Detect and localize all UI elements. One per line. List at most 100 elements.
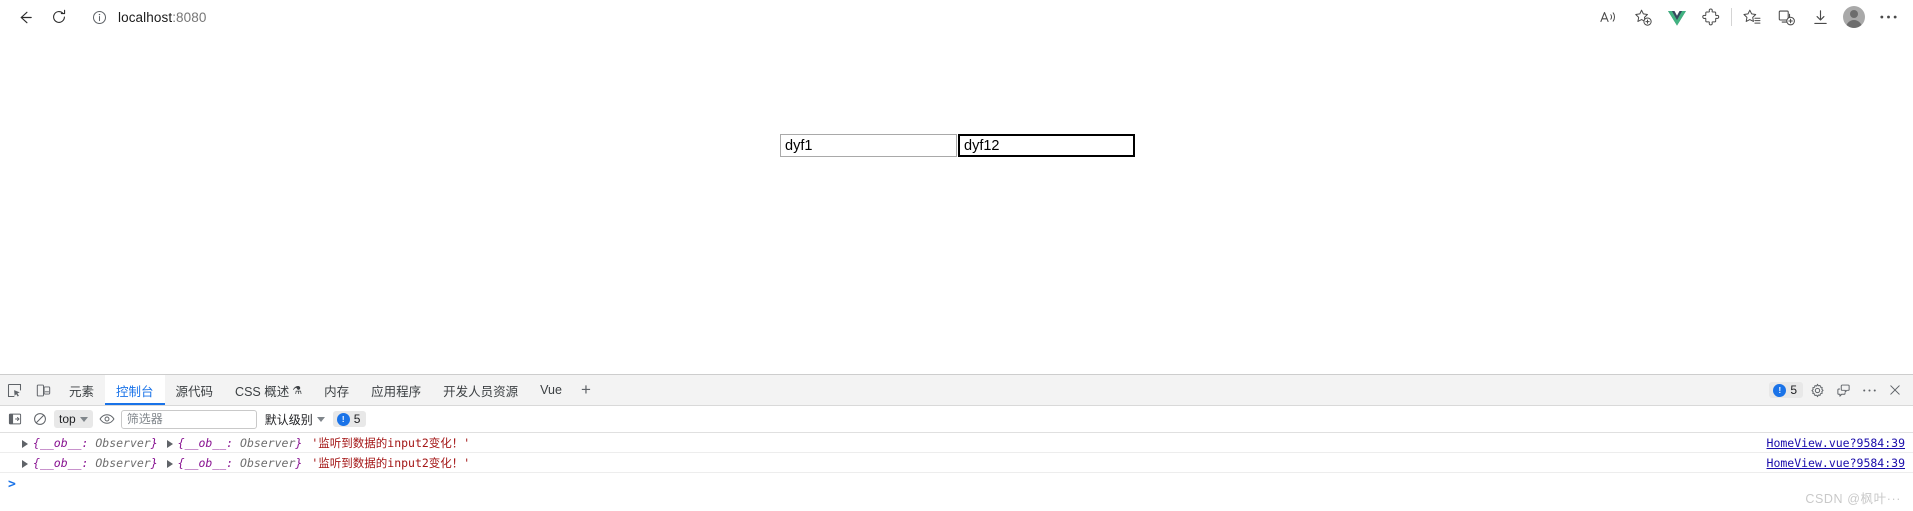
console-object-2[interactable]: {__ob__: Observer} [178,436,303,450]
site-info-icon[interactable] [88,6,110,28]
input-field-1[interactable] [780,134,957,157]
browser-toolbar: localhost:8080 [0,0,1913,34]
add-favorite-icon[interactable] [1626,2,1660,32]
tab-label: Vue [540,383,562,397]
object-class: Observer [240,455,296,470]
add-panel-button[interactable]: + [573,375,599,405]
tab-label: 应用程序 [371,384,422,399]
object-key: __ob__ [184,455,227,470]
profile-icon[interactable] [1837,2,1871,32]
execution-context-label: top [59,412,76,426]
tab-label: 内存 [324,384,350,399]
log-level-selector[interactable]: 默认级别 [260,409,330,430]
object-sep: : [226,455,241,470]
reload-icon [53,9,66,23]
issue-count: 5 [353,412,361,426]
console-source-link[interactable]: HomeView.vue?9584:39 [1767,456,1905,470]
tab-sources[interactable]: 源代码 [165,375,225,405]
object-class: Observer [95,435,151,450]
tab-label: 元素 [69,384,95,399]
close-devtools-icon[interactable] [1883,378,1907,402]
brace-open: { [33,455,40,470]
tab-label: 开发人员资源 [443,384,519,399]
url-port: :8080 [172,9,207,25]
console-object-1[interactable]: {__ob__: Observer} [33,456,158,470]
avatar [1843,6,1865,28]
tab-developer-resources[interactable]: 开发人员资源 [432,375,529,405]
tab-label: 源代码 [175,384,214,399]
tab-label: CSS 概述 [235,384,290,399]
collections-icon[interactable] [1769,2,1803,32]
console-issue-badge[interactable]: ! 5 [332,411,367,427]
tab-memory[interactable]: 内存 [313,375,360,405]
input-group [780,134,1135,157]
console-object-1[interactable]: {__ob__: Observer} [33,436,158,450]
brace-close: } [295,455,303,470]
tab-vue[interactable]: Vue [529,375,573,405]
devtools-tab-bar: 元素 控制台 源代码 CSS 概述 ⚗ 内存 应用程序 开发人员资源 Vue +… [0,375,1913,406]
brace-close: } [295,435,303,450]
console-filter-input[interactable] [120,409,257,429]
settings-more-icon[interactable] [1871,2,1905,32]
read-aloud-icon[interactable] [1592,2,1626,32]
console-message-list[interactable]: {__ob__: Observer} {__ob__: Observer} '监… [0,433,1913,511]
execution-context-selector[interactable]: top [54,410,93,428]
brace-open: { [33,435,40,450]
console-object-2[interactable]: {__ob__: Observer} [178,456,303,470]
experiment-flask-icon: ⚗ [292,384,303,397]
input-field-2[interactable] [958,134,1135,157]
chevron-down-icon [79,416,88,422]
tab-css-overview[interactable]: CSS 概述 ⚗ [224,375,313,405]
toolbar-divider [1731,8,1732,26]
back-arrow-icon [20,11,32,23]
message-count: 5 [1790,383,1797,397]
console-message-text: '监听到数据的input2变化！' [311,455,471,470]
brace-open: { [177,455,185,470]
console-source-link[interactable]: HomeView.vue?9584:39 [1767,436,1905,450]
console-prompt-input[interactable] [21,476,1905,492]
message-count-badge[interactable]: ! 5 [1769,382,1803,398]
live-expression-eye-icon[interactable] [96,408,118,430]
page-content [0,34,1913,374]
expand-object-triangle-icon[interactable] [22,439,28,448]
feedback-icon[interactable] [1831,378,1855,402]
tab-elements[interactable]: 元素 [58,375,105,405]
browser-actions [1592,2,1905,32]
inspect-element-icon[interactable] [0,375,29,405]
back-button[interactable] [8,2,42,32]
favorites-icon[interactable] [1735,2,1769,32]
expand-object-triangle-icon[interactable] [22,459,28,468]
object-class: Observer [95,455,151,470]
extensions-puzzle-icon[interactable] [1694,2,1728,32]
console-row[interactable]: {__ob__: Observer} {__ob__: Observer} '监… [0,453,1913,473]
message-bubble-icon: ! [1773,383,1787,397]
device-toolbar-icon[interactable] [29,375,58,405]
console-sidebar-toggle-icon[interactable] [4,408,26,430]
url-text: localhost:8080 [118,10,206,25]
object-sep: : [81,455,96,470]
reload-button[interactable] [42,2,76,32]
watermark: CSDN @枫叶··· [1805,492,1901,506]
gear-icon[interactable] [1805,378,1829,402]
prompt-caret-icon: > [8,476,16,492]
issue-bubble-icon: ! [336,412,350,426]
brace-close: } [150,455,158,470]
more-options-icon[interactable] [1857,378,1881,402]
object-class: Observer [240,435,296,450]
brace-close: } [150,435,158,450]
console-prompt-row[interactable]: > [0,473,1913,495]
tab-application[interactable]: 应用程序 [360,375,432,405]
console-message-text: '监听到数据的input2变化！' [311,435,471,450]
address-bar[interactable]: localhost:8080 [82,4,1586,30]
expand-object-triangle-icon[interactable] [166,459,173,468]
clear-console-icon[interactable] [29,408,51,430]
brace-open: { [177,435,185,450]
chevron-down-icon [316,416,325,422]
url-host: localhost [118,9,173,25]
downloads-icon[interactable] [1803,2,1837,32]
console-row[interactable]: {__ob__: Observer} {__ob__: Observer} '监… [0,433,1913,453]
expand-object-triangle-icon[interactable] [166,439,173,448]
vue-devtools-extension-icon[interactable] [1660,2,1694,32]
object-sep: : [226,435,241,450]
tab-console[interactable]: 控制台 [105,375,165,405]
